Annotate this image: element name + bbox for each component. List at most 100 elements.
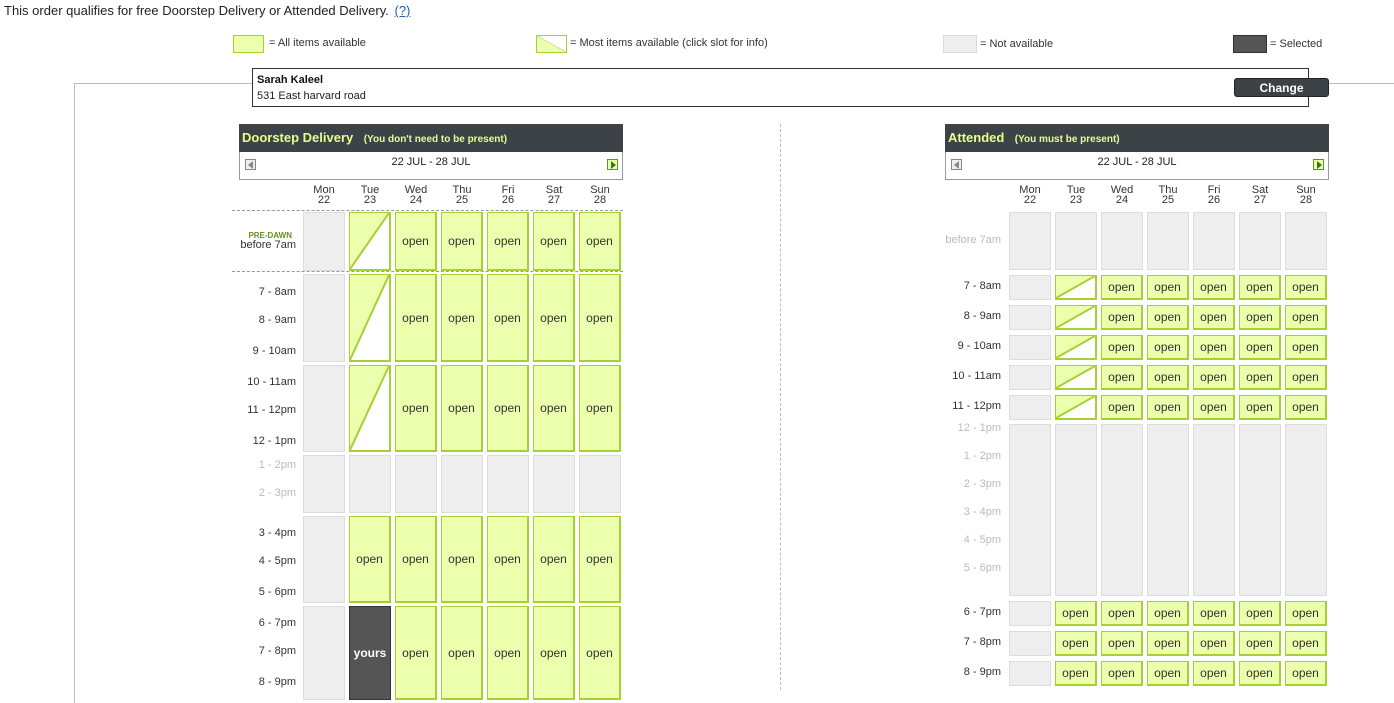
slot-most-available[interactable] xyxy=(349,274,391,362)
slot-open[interactable]: open xyxy=(1055,661,1097,686)
panel-divider xyxy=(780,124,781,690)
slot-open[interactable]: open xyxy=(395,212,437,271)
slot-open[interactable]: open xyxy=(487,516,529,603)
slot-open[interactable]: open xyxy=(1147,631,1189,656)
slot-most-available[interactable] xyxy=(1055,365,1097,390)
slot-unavailable xyxy=(1009,424,1051,596)
slot-open[interactable]: open xyxy=(579,274,621,362)
slot-most-available[interactable] xyxy=(1055,275,1097,300)
slot-open[interactable]: open xyxy=(441,516,483,603)
slot-open[interactable]: open xyxy=(533,212,575,271)
slot-open[interactable]: open xyxy=(1239,335,1281,360)
slot-open[interactable]: open xyxy=(1147,601,1189,626)
slot-open[interactable]: open xyxy=(1193,275,1235,300)
slot-open[interactable]: open xyxy=(1239,275,1281,300)
help-link[interactable]: (?) xyxy=(395,3,411,18)
slot-most-available[interactable] xyxy=(1055,305,1097,330)
slot-open[interactable]: open xyxy=(1147,335,1189,360)
slot-most-available[interactable] xyxy=(1055,335,1097,360)
slot-unavailable xyxy=(1055,424,1097,596)
slot-open[interactable]: open xyxy=(579,516,621,603)
slot-open[interactable]: open xyxy=(533,606,575,700)
slot-open[interactable]: open xyxy=(1193,601,1235,626)
slot-most-available[interactable] xyxy=(1055,395,1097,420)
slot-open[interactable]: open xyxy=(487,606,529,700)
slot-open[interactable]: open xyxy=(1285,395,1327,420)
slot-open[interactable]: open xyxy=(1101,661,1143,686)
slot-open-label: open xyxy=(402,310,429,325)
slot-open[interactable]: open xyxy=(441,365,483,452)
time-label: 6 - 7pm xyxy=(963,606,1001,618)
slot-unavailable xyxy=(303,516,345,603)
slot-open[interactable]: open xyxy=(487,274,529,362)
slot-open[interactable]: open xyxy=(533,365,575,452)
slot-open[interactable]: open xyxy=(1193,335,1235,360)
slot-open[interactable]: open xyxy=(1101,275,1143,300)
slot-open[interactable]: open xyxy=(441,606,483,700)
slot-open[interactable]: open xyxy=(1147,305,1189,330)
change-address-button[interactable]: Change xyxy=(1234,78,1329,97)
slot-open-label: open xyxy=(1062,606,1089,620)
slot-open[interactable]: open xyxy=(487,365,529,452)
slot-open-label: open xyxy=(540,401,567,415)
slot-open[interactable]: open xyxy=(1193,365,1235,390)
slot-open[interactable]: open xyxy=(1193,661,1235,686)
slot-open[interactable]: open xyxy=(533,274,575,362)
slot-open[interactable]: open xyxy=(441,212,483,271)
partial-availability-icon xyxy=(1056,366,1095,388)
time-label: 2 - 3pm xyxy=(963,478,1001,490)
slot-open[interactable]: open xyxy=(1239,395,1281,420)
slot-open[interactable]: open xyxy=(1101,631,1143,656)
slot-open[interactable]: open xyxy=(1147,395,1189,420)
slot-open[interactable]: open xyxy=(1055,601,1097,626)
slot-most-available[interactable] xyxy=(349,365,391,452)
legend-selected-swatch xyxy=(1233,35,1267,53)
day-header: Sun 28 xyxy=(579,185,621,206)
slot-open[interactable]: open xyxy=(1101,365,1143,390)
slot-open[interactable]: open xyxy=(533,516,575,603)
slot-open[interactable]: open xyxy=(1239,305,1281,330)
slot-open[interactable]: open xyxy=(579,212,621,271)
slot-open[interactable]: open xyxy=(1285,335,1327,360)
slot-open[interactable]: open xyxy=(1239,631,1281,656)
slot-open[interactable]: open xyxy=(441,274,483,362)
slot-open[interactable]: open xyxy=(1239,601,1281,626)
slot-open[interactable]: open xyxy=(1285,365,1327,390)
slot-open[interactable]: open xyxy=(1055,631,1097,656)
slot-selected[interactable]: yours xyxy=(349,606,391,700)
slot-most-available[interactable] xyxy=(349,212,391,271)
slot-open[interactable]: open xyxy=(1285,631,1327,656)
slot-open-label: open xyxy=(1292,280,1319,294)
slot-open-label: open xyxy=(1246,280,1273,294)
slot-unavailable xyxy=(533,455,575,513)
doorstep-next-week-button[interactable] xyxy=(607,159,618,170)
slot-open[interactable]: open xyxy=(1101,335,1143,360)
slot-open[interactable]: open xyxy=(1285,601,1327,626)
slot-open[interactable]: open xyxy=(1147,661,1189,686)
slot-open[interactable]: open xyxy=(395,516,437,603)
slot-open-label: open xyxy=(540,645,567,660)
slot-open[interactable]: open xyxy=(1193,631,1235,656)
slot-open[interactable]: open xyxy=(1239,365,1281,390)
slot-open[interactable]: open xyxy=(487,212,529,271)
slot-open[interactable]: open xyxy=(1147,275,1189,300)
slot-open[interactable]: open xyxy=(579,606,621,700)
slot-open[interactable]: open xyxy=(1147,365,1189,390)
slot-unavailable xyxy=(1285,424,1327,596)
attended-next-week-button[interactable] xyxy=(1313,159,1324,170)
slot-open[interactable]: open xyxy=(1285,275,1327,300)
slot-open[interactable]: open xyxy=(1193,395,1235,420)
slot-open[interactable]: open xyxy=(579,365,621,452)
slot-open[interactable]: open xyxy=(395,606,437,700)
slot-open[interactable]: open xyxy=(1285,305,1327,330)
slot-open[interactable]: open xyxy=(395,365,437,452)
slot-open[interactable]: open xyxy=(1285,661,1327,686)
slot-open[interactable]: open xyxy=(1193,305,1235,330)
slot-open[interactable]: open xyxy=(1239,661,1281,686)
slot-open[interactable]: open xyxy=(349,516,391,603)
slot-open[interactable]: open xyxy=(1101,395,1143,420)
slot-open[interactable]: open xyxy=(1101,601,1143,626)
slot-open[interactable]: open xyxy=(1101,305,1143,330)
day-date: 28 xyxy=(1299,194,1313,206)
slot-open[interactable]: open xyxy=(395,274,437,362)
